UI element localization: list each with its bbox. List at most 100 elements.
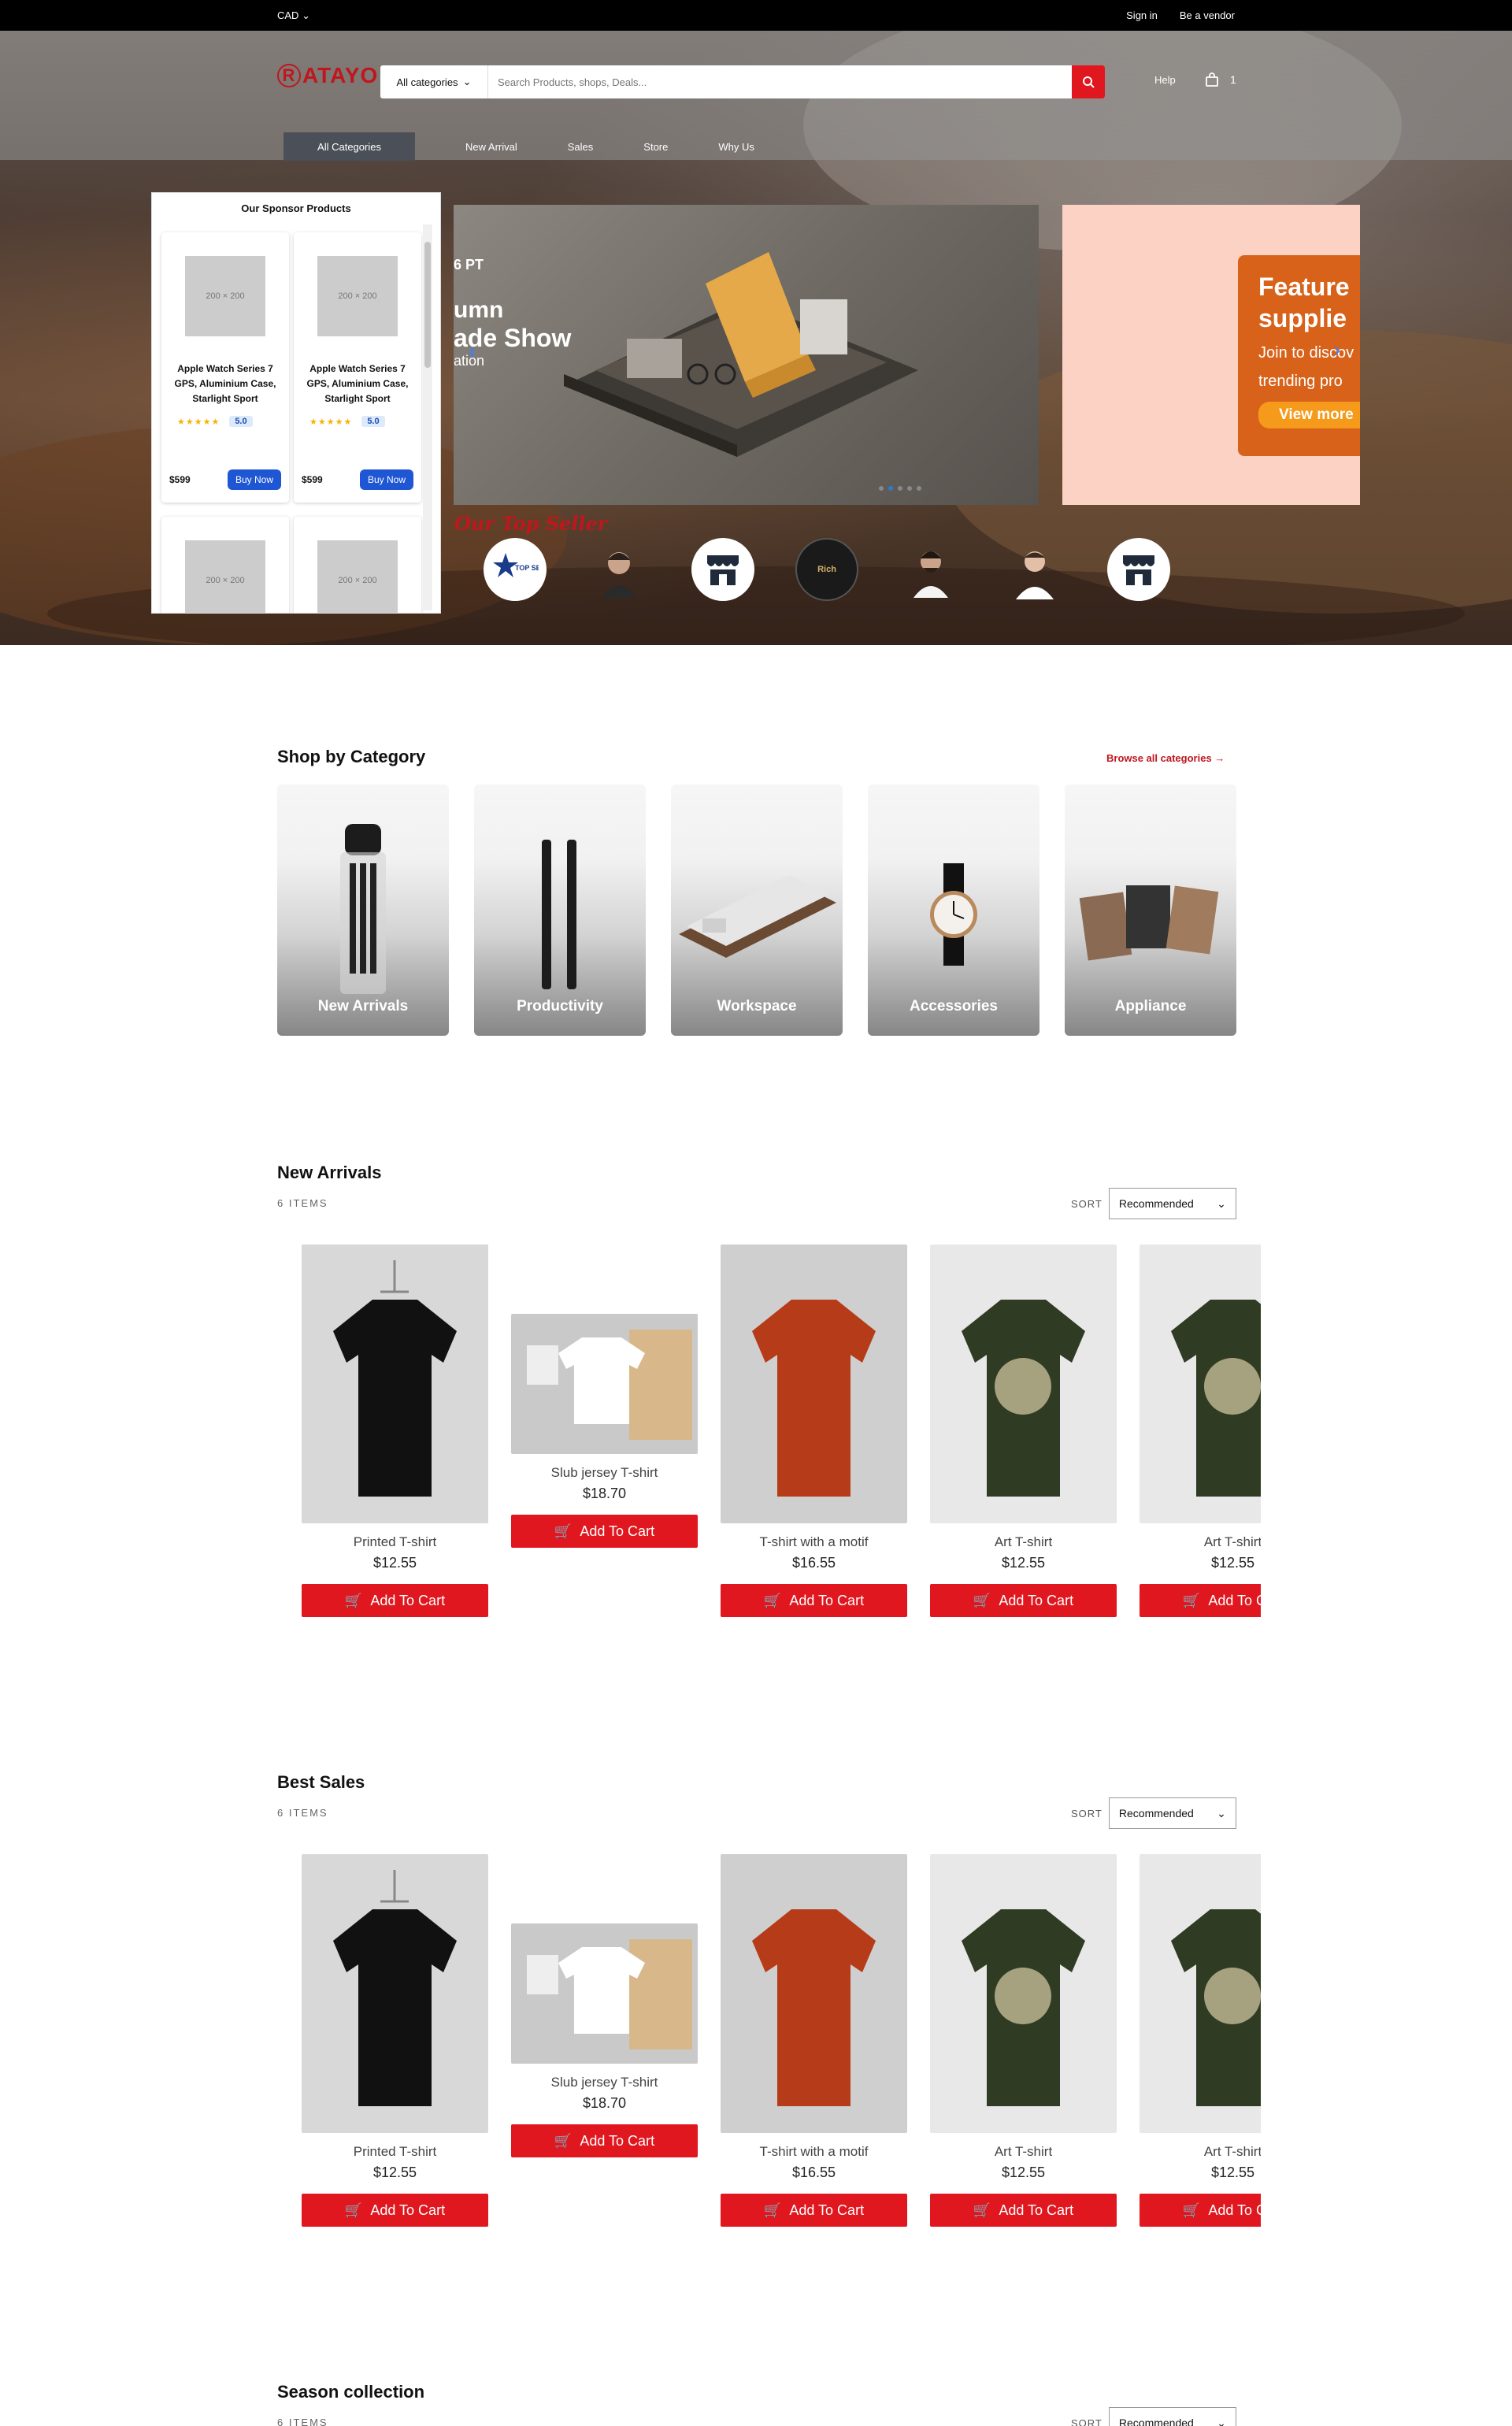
browse-all-categories-link[interactable]: Browse all categories → [1106, 752, 1225, 764]
add-to-cart-button[interactable]: 🛒 Add To Cart [721, 1584, 907, 1617]
product-price: $12.55 [1001, 1555, 1046, 1571]
view-more-button[interactable]: View more [1258, 402, 1360, 428]
category-card-appliance[interactable]: Appliance [1065, 785, 1236, 1036]
carousel-dot[interactable] [907, 486, 912, 491]
store-icon [1123, 555, 1154, 585]
carousel-dot[interactable] [917, 486, 921, 491]
currency-selector[interactable]: CAD ⌄ [277, 9, 310, 22]
search-button[interactable] [1072, 65, 1105, 98]
category-card-workspace[interactable]: Workspace [671, 785, 843, 1036]
sponsor-product-card[interactable]: 200 × 200 Apple Watch Series 7 GPS, Alum… [294, 232, 421, 503]
item-count: 6 ITEMS [277, 1197, 328, 1209]
add-to-cart-label: Add To Cart [580, 1523, 655, 1539]
product-price: $599 [169, 474, 191, 485]
product-price: $18.70 [582, 1486, 627, 1501]
carousel-dot[interactable] [879, 486, 884, 491]
carousel-dot[interactable] [898, 486, 902, 491]
add-to-cart-label: Add To Cart [999, 1592, 1074, 1608]
product-card[interactable]: T-shirt with a motif $16.55 🛒 Add To Cart [721, 1245, 907, 1617]
person-avatar-icon [602, 552, 636, 598]
category-list: New Arrivals Productivity Workspace Acce… [277, 785, 1236, 1036]
carousel-dots [879, 486, 921, 491]
seller-avatar-top-seller[interactable]: TOP SELLER [484, 538, 547, 601]
svg-text:TOP SELLER: TOP SELLER [515, 564, 539, 572]
product-image [511, 1923, 698, 2064]
sponsor-product-card[interactable]: 200 × 200 Apple Watch Series 7 GPS, Alum… [161, 232, 289, 503]
category-card-accessories[interactable]: Accessories [868, 785, 1040, 1036]
cart-count: 1 [1230, 73, 1236, 86]
seller-avatar-store[interactable] [1107, 538, 1170, 601]
nav-item-why-us[interactable]: Why Us [718, 141, 754, 153]
category-card-productivity[interactable]: Productivity [474, 785, 646, 1036]
add-to-cart-button[interactable]: 🛒 Add To Cart [511, 2124, 698, 2157]
add-to-cart-button[interactable]: 🛒 Add To Cart [1140, 1584, 1261, 1617]
product-card[interactable]: Printed T-shirt $12.55 🛒 Add To Cart [302, 1854, 488, 2227]
product-card[interactable]: Art T-shirt $12.55 🛒 Add To Cart [930, 1854, 1117, 2227]
search-category-select[interactable]: All categories ⌄ [380, 65, 488, 98]
nav-item-new-arrival[interactable]: New Arrival [465, 141, 517, 153]
seller-avatar[interactable] [587, 538, 650, 601]
add-to-cart-button[interactable]: 🛒 Add To Cart [511, 1515, 698, 1548]
buy-now-button[interactable]: Buy Now [359, 469, 413, 490]
help-link[interactable]: Help [1154, 74, 1176, 86]
seller-avatar[interactable] [899, 538, 962, 601]
logo[interactable]: R ATAYO [277, 63, 378, 88]
add-to-cart-button[interactable]: 🛒 Add To Cart [930, 1584, 1117, 1617]
add-to-cart-button[interactable]: 🛒 Add To Cart [302, 2194, 488, 2227]
category-card-new-arrivals[interactable]: New Arrivals [277, 785, 449, 1036]
sponsor-product-card[interactable]: 200 × 200 [161, 517, 289, 613]
product-card[interactable]: Slub jersey T-shirt $18.70 🛒 Add To Cart [511, 1923, 698, 2157]
product-image [511, 1314, 698, 1454]
person-avatar-icon [1016, 551, 1054, 599]
search-input[interactable] [488, 65, 1072, 98]
add-to-cart-button[interactable]: 🛒 Add To Cart [1140, 2194, 1261, 2227]
product-card[interactable]: Slub jersey T-shirt $18.70 🛒 Add To Cart [511, 1314, 698, 1548]
item-count: 6 ITEMS [277, 2417, 328, 2426]
product-price: $12.55 [1210, 1555, 1255, 1571]
add-to-cart-button[interactable]: 🛒 Add To Cart [721, 2194, 907, 2227]
category-label: Productivity [517, 998, 603, 1015]
top-bar: CAD ⌄ Sign in Be a vendor [0, 0, 1512, 31]
sort-select[interactable]: Recommended ⌄ [1108, 2407, 1236, 2426]
promo-subtitle: Join to discov [1258, 344, 1354, 362]
scrollbar-thumb[interactable] [424, 242, 431, 368]
cart-button[interactable]: 1 [1205, 72, 1236, 87]
sponsor-product-card[interactable]: 200 × 200 [294, 517, 421, 613]
seller-avatar-store[interactable] [691, 538, 754, 601]
sponsor-scrollbar[interactable] [423, 224, 432, 610]
chevron-down-icon: ⌄ [1217, 2416, 1226, 2426]
nav-item-sales[interactable]: Sales [568, 141, 594, 153]
product-image [302, 1245, 488, 1523]
nav-item-store[interactable]: Store [643, 141, 668, 153]
cart-icon: 🛒 [973, 1592, 991, 1608]
product-card[interactable]: T-shirt with a motif $16.55 🛒 Add To Cart [721, 1854, 907, 2227]
be-a-vendor-link[interactable]: Be a vendor [1180, 9, 1235, 21]
hero-banner[interactable]: 6 PT umn ade Show ation [454, 205, 1039, 505]
buy-now-button[interactable]: Buy Now [227, 469, 281, 490]
add-to-cart-button[interactable]: 🛒 Add To Cart [302, 1584, 488, 1617]
carousel-dot-active[interactable] [888, 486, 893, 491]
sort-select[interactable]: Recommended ⌄ [1108, 1797, 1236, 1829]
product-card[interactable]: Art T-shirt $12.55 🛒 Add To Cart [930, 1245, 1117, 1617]
cart-icon: 🛒 [344, 1592, 363, 1608]
product-image [721, 1854, 907, 2133]
carousel-next-arrow-icon[interactable]: › [1333, 337, 1340, 362]
top-seller-list: TOP SELLER Rich [484, 538, 1170, 601]
add-to-cart-button[interactable]: 🛒 Add To Cart [930, 2194, 1117, 2227]
sign-in-link[interactable]: Sign in [1126, 9, 1158, 21]
supplier-promo-banner[interactable]: Feature supplie Join to discov trending … [1062, 205, 1360, 505]
seller-avatar-rich[interactable]: Rich [795, 538, 858, 601]
sort-value: Recommended [1118, 2417, 1194, 2426]
search-category-label: All categories [396, 76, 458, 88]
category-label: Workspace [717, 998, 797, 1015]
seller-avatar[interactable] [1003, 538, 1066, 601]
product-card[interactable]: Art T-shirt $12.55 🛒 Add To Cart [1140, 1854, 1261, 2227]
carousel-prev-arrow-icon[interactable]: ‹ [469, 339, 476, 364]
product-card[interactable]: Printed T-shirt $12.55 🛒 Add To Cart [302, 1245, 488, 1617]
sort-select[interactable]: Recommended ⌄ [1108, 1188, 1236, 1219]
person-avatar-icon [914, 551, 948, 598]
product-name: T-shirt with a motif [759, 1534, 869, 1549]
product-name: Printed T-shirt [353, 2144, 437, 2159]
all-categories-button[interactable]: All Categories [284, 132, 415, 161]
product-card[interactable]: Art T-shirt $12.55 🛒 Add To Cart [1140, 1245, 1261, 1617]
